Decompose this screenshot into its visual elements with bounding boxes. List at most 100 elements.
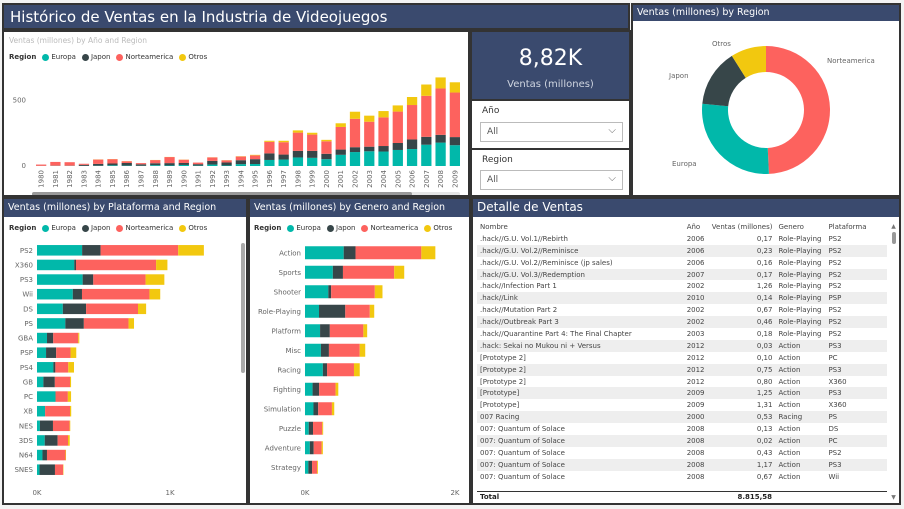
bar-segment-otros-PSP[interactable]	[70, 347, 77, 358]
bar-segment-europa-X360[interactable]	[37, 259, 75, 271]
bar-segment-japon-2006[interactable]	[406, 139, 418, 150]
bar-segment-japon-X360[interactable]	[74, 259, 76, 271]
bar-segment-norteamerica-1987[interactable]	[135, 163, 147, 165]
bar-segment-otros-Fighting[interactable]	[335, 382, 339, 396]
bar-segment-otros-Role-Playing[interactable]	[369, 304, 375, 318]
bar-segment-norteamerica-Platform[interactable]	[329, 324, 364, 338]
bar-segment-norteamerica-Adventure[interactable]	[313, 441, 322, 455]
bar-segment-norteamerica-1988[interactable]	[150, 160, 161, 164]
bar-segment-otros-Platform[interactable]	[363, 324, 368, 338]
bar-segment-japon-1990[interactable]	[178, 162, 189, 165]
bar-segment-norteamerica-1984[interactable]	[93, 159, 104, 164]
bar-segment-japon-1988[interactable]	[150, 163, 161, 166]
table-row[interactable]: [Prototype 2] 2012 0,80 Action X360	[477, 376, 887, 388]
bar-segment-otros-1999[interactable]	[307, 132, 318, 135]
bar-segment-japon-1993[interactable]	[221, 162, 232, 166]
table-row[interactable]: [Prototype] 2009 1,25 Action PS3	[477, 387, 887, 400]
table-row[interactable]: .hack//Quarantine Part 4: The Final Chap…	[477, 328, 887, 340]
bar-segment-europa-Puzzle[interactable]	[305, 421, 309, 435]
bar-segment-japon-1996[interactable]	[264, 153, 275, 160]
bar-segment-europa-Racing[interactable]	[305, 363, 323, 377]
bar-segment-europa-Action[interactable]	[305, 246, 344, 260]
bar-segment-otros-Shooter[interactable]	[374, 285, 383, 299]
column-header-plataforma[interactable]: Plataforma	[825, 221, 887, 233]
bar-segment-japon-1985[interactable]	[107, 163, 118, 166]
bar-segment-norteamerica-1990[interactable]	[178, 159, 189, 163]
bar-segment-japon-GBA[interactable]	[46, 332, 54, 344]
bar-segment-otros-GBA[interactable]	[78, 332, 80, 344]
bar-segment-norteamerica-1997[interactable]	[278, 142, 289, 155]
bar-segment-norteamerica-X360[interactable]	[75, 259, 157, 271]
bar-segment-otros-2007[interactable]	[421, 84, 432, 96]
bar-segment-japon-Strategy[interactable]	[308, 460, 313, 474]
bar-segment-otros-Action[interactable]	[421, 246, 436, 260]
bar-segment-norteamerica-1999[interactable]	[307, 134, 318, 151]
bar-segment-otros-1998[interactable]	[292, 130, 304, 133]
bar-segment-otros-PC[interactable]	[67, 391, 72, 402]
scrollbar-thumb[interactable]	[32, 192, 412, 195]
bar-segment-japon-Wii[interactable]	[72, 288, 82, 300]
bar-segment-norteamerica-1981[interactable]	[50, 161, 61, 166]
table-row[interactable]: 007: Quantum of Solace 2008 0,02 Action PC	[477, 435, 887, 447]
bar-segment-europa-GBA[interactable]	[37, 332, 47, 344]
column-header-ano[interactable]: Año	[684, 221, 708, 233]
bar-segment-norteamerica-1994[interactable]	[235, 156, 247, 161]
table-row[interactable]: .hack//Link 2010 0,14 Role-Playing PSP	[477, 292, 887, 305]
horizontal-scrollbar[interactable]	[32, 192, 460, 195]
bar-segment-japon-Action[interactable]	[343, 246, 356, 260]
bar-segment-europa-2004[interactable]	[378, 151, 389, 166]
bar-segment-europa-1995[interactable]	[249, 164, 261, 166]
genre-bar-chart[interactable]: Action Sports Shooter Role-Playing Platform M…	[250, 237, 469, 503]
bar-segment-norteamerica-2006[interactable]	[406, 105, 418, 140]
bar-segment-otros-1995[interactable]	[249, 154, 261, 156]
bar-segment-japon-Fighting[interactable]	[312, 382, 320, 396]
bar-segment-norteamerica-1991[interactable]	[192, 162, 204, 165]
bar-segment-japon-SNES[interactable]	[39, 464, 55, 475]
bar-segment-norteamerica-2005[interactable]	[392, 111, 403, 143]
bar-segment-japon-NES[interactable]	[39, 420, 53, 432]
bar-segment-otros-PS3[interactable]	[145, 274, 165, 285]
bar-segment-japon-1991[interactable]	[192, 164, 204, 166]
legend-item-japon[interactable]: Japon	[81, 53, 110, 61]
bar-segment-otros-XB[interactable]	[70, 405, 72, 417]
bar-segment-norteamerica-Misc[interactable]	[328, 343, 360, 357]
bar-segment-europa-Role-Playing[interactable]	[305, 304, 320, 318]
bar-segment-norteamerica-Puzzle[interactable]	[313, 421, 323, 435]
slicer-region[interactable]: Region All ⌵	[470, 149, 631, 197]
bar-segment-japon-2000[interactable]	[321, 153, 332, 160]
bar-segment-europa-Sports[interactable]	[305, 265, 333, 279]
table-row[interactable]: [Prototype 2] 2012 0,10 Action PC	[477, 352, 887, 364]
bar-segment-japon-1986[interactable]	[121, 162, 132, 166]
table-row[interactable]: [Prototype] 2009 1,31 Action X360	[477, 399, 887, 411]
bar-segment-europa-Wii[interactable]	[37, 288, 73, 300]
bar-segment-europa-PSP[interactable]	[37, 347, 47, 358]
bar-segment-norteamerica-Action[interactable]	[355, 246, 422, 260]
bar-segment-europa-DS[interactable]	[37, 303, 63, 315]
bar-segment-europa-2006[interactable]	[406, 149, 418, 166]
bar-segment-norteamerica-GB[interactable]	[54, 376, 71, 388]
bar-segment-otros-Misc[interactable]	[359, 343, 366, 357]
bar-segment-norteamerica-DS[interactable]	[86, 303, 139, 315]
bar-segment-japon-1992[interactable]	[207, 160, 218, 165]
bar-segment-europa-2003[interactable]	[364, 151, 375, 166]
bar-segment-otros-Adventure[interactable]	[321, 441, 323, 455]
table-vertical-scrollbar[interactable]: ▲ ▼	[891, 223, 896, 501]
bar-segment-norteamerica-Simulation[interactable]	[318, 402, 332, 416]
bar-segment-europa-1993[interactable]	[221, 165, 232, 166]
bar-segment-norteamerica-PC[interactable]	[55, 391, 68, 402]
bar-segment-japon-2004[interactable]	[378, 146, 389, 152]
donut-chart[interactable]: Norteamerica Europa Japon Otros	[633, 23, 899, 195]
legend-item-japon[interactable]: Japon	[81, 224, 110, 232]
bar-segment-norteamerica-Role-Playing[interactable]	[345, 304, 370, 318]
bar-segment-japon-Simulation[interactable]	[313, 402, 319, 416]
year-bar-chart[interactable]: 0 500 1980 1981 1982 1983 1984 1985 1986 1987 1988…	[4, 66, 468, 196]
table-row[interactable]: .hack//G.U. Vol.3//Redemption 2007 0,17 Rol…	[477, 268, 887, 281]
bar-segment-japon-N64[interactable]	[42, 449, 47, 461]
bar-segment-norteamerica-1993[interactable]	[221, 160, 232, 163]
column-header-ventas[interactable]: Ventas (millones)	[708, 221, 776, 233]
bar-segment-europa-Shooter[interactable]	[305, 285, 329, 299]
bar-segment-norteamerica-2007[interactable]	[421, 95, 432, 137]
legend-item-norteamerica[interactable]: Norteamerica	[116, 224, 173, 232]
bar-segment-japon-Sports[interactable]	[332, 265, 343, 279]
bar-segment-europa-PS[interactable]	[37, 318, 66, 329]
